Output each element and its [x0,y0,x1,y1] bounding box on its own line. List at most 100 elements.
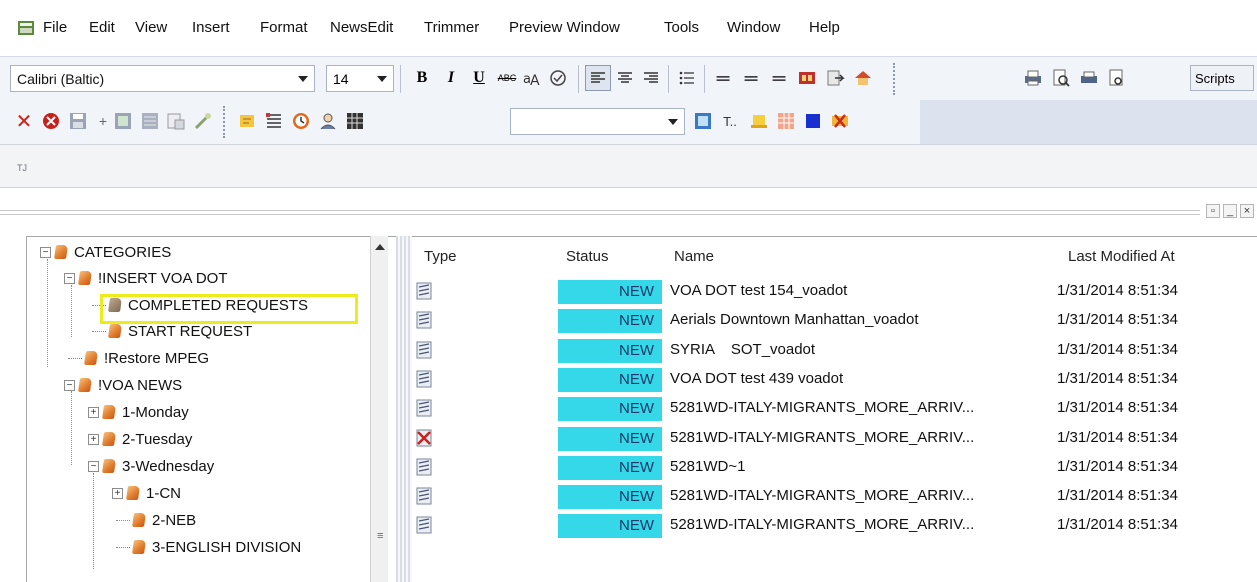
menu-trimmer[interactable]: Trimmer [424,19,479,36]
folder-icon [126,486,140,500]
menu-edit[interactable]: Edit [89,19,115,36]
menu-file[interactable]: File [43,19,67,36]
print-preview-button[interactable] [1048,65,1074,91]
menu-view[interactable]: View [135,19,167,36]
text-tool-button[interactable]: T.. [717,108,743,134]
category-tree[interactable]: − CATEGORIES − !INSERT VOA DOT COMPLETED… [26,236,396,582]
users-button[interactable] [315,108,341,134]
list-header: Type Status Name Last Modified At [412,237,1257,275]
bulleted-list-button[interactable] [674,65,700,91]
color-button[interactable] [800,108,826,134]
tree-scrollbar[interactable]: ≡ [370,236,388,582]
print-button[interactable] [1020,65,1046,91]
collapse-icon[interactable]: − [88,460,99,472]
menu-tools[interactable]: Tools [664,19,699,36]
line-style-3-button[interactable]: ═ [766,65,792,91]
table-row[interactable]: NEW 5281WD-ITALY-MIGRANTS_MORE_ARRIV... 1/… [412,482,1257,511]
column-header-last-modified[interactable]: Last Modified At [1068,248,1175,265]
change-case-button[interactable]: aA [518,65,544,91]
table-row[interactable]: NEW SYRIA SOT_voadot 1/31/2014 8:51:34 [412,336,1257,365]
menu-preview-window[interactable]: Preview Window [509,19,620,36]
table-row[interactable]: NEW 5281WD-ITALY-MIGRANTS_MORE_ARRIV... 1/… [412,424,1257,453]
strikethrough-button[interactable]: ABC [494,65,520,91]
story-format-select[interactable] [510,108,685,135]
align-center-button[interactable] [612,65,638,91]
note-button[interactable] [234,108,260,134]
expand-icon[interactable]: + [112,487,123,499]
menu-help[interactable]: Help [809,19,840,36]
tree-node-voa-news[interactable]: − !VOA NEWS [64,372,182,398]
menu-window[interactable]: Window [727,19,780,36]
new-story-button[interactable] [110,108,136,134]
menu-format[interactable]: Format [260,19,308,36]
script-icon [416,399,432,417]
line-style-1-button[interactable]: ═ [710,65,736,91]
menu-insert[interactable]: Insert [192,19,230,36]
column-header-status[interactable]: Status [566,248,609,265]
tree-node-insert-voa-dot[interactable]: − !INSERT VOA DOT [64,265,227,291]
scroll-up-icon[interactable] [375,244,385,250]
table-button[interactable] [773,108,799,134]
document-find-button[interactable] [1104,65,1130,91]
scroll-thumb-grip-icon[interactable]: ≡ [377,530,383,542]
table-row[interactable]: NEW VOA DOT test 154_voadot 1/31/2014 8:51… [412,277,1257,306]
restore-icon[interactable]: ▫ [1206,204,1220,218]
minimize-icon[interactable]: _ [1223,204,1237,218]
tree-node-tuesday[interactable]: + 2-Tuesday [88,426,192,452]
pane-splitter[interactable] [396,236,412,582]
collapse-icon[interactable]: − [64,379,75,391]
underline-button[interactable]: U [466,65,492,91]
tree-node-wednesday[interactable]: − 3-Wednesday [88,453,214,479]
folder-icon [102,405,116,419]
tree-node-neb[interactable]: 2-NEB [116,507,196,533]
tree-node-english-division[interactable]: 3-ENGLISH DIVISION [116,534,301,560]
home-button[interactable] [850,65,876,91]
tree-node-restore-mpeg[interactable]: !Restore MPEG [68,345,209,371]
table-row[interactable]: NEW 5281WD-ITALY-MIGRANTS_MORE_ARRIV... 1/… [412,511,1257,540]
insert-cue-button[interactable] [794,65,820,91]
align-right-icon [644,72,658,83]
grid-button[interactable] [342,108,368,134]
column-header-name[interactable]: Name [674,248,714,265]
toolbar-grip[interactable] [893,63,897,95]
expand-icon[interactable]: + [88,406,99,418]
tree-node-monday[interactable]: + 1-Monday [88,399,189,425]
print-setup-button[interactable] [1076,65,1102,91]
window-button[interactable] [690,108,716,134]
font-name-select[interactable]: Calibri (Baltic) [10,65,315,92]
toolbar-grip[interactable] [223,106,227,138]
wizard-button[interactable] [190,108,216,134]
scripts-button[interactable]: Scripts [1190,65,1254,91]
spellcheck-button[interactable] [545,65,571,91]
tree-node-categories[interactable]: − CATEGORIES [40,239,171,265]
properties-button[interactable] [163,108,189,134]
collapse-icon[interactable]: − [64,272,75,284]
story-toolbar: ✕ + T.. [0,100,920,144]
cancel-button[interactable] [827,108,853,134]
folder-icon [78,378,92,392]
forward-button[interactable] [822,65,848,91]
font-size-select[interactable]: 14 [326,65,394,92]
timer-button[interactable] [288,108,314,134]
kill-button[interactable] [38,108,64,134]
template-button[interactable] [137,108,163,134]
save-button[interactable] [65,108,91,134]
delete-button[interactable]: ✕ [11,108,37,134]
table-row[interactable]: NEW VOA DOT test 439 voadot 1/31/2014 8:51… [412,365,1257,394]
close-icon[interactable]: × [1240,204,1254,218]
align-left-button[interactable] [585,65,611,91]
menu-newsedit[interactable]: NewsEdit [330,19,393,36]
highlight-button[interactable] [746,108,772,134]
expand-icon[interactable]: + [88,433,99,445]
tree-node-cn[interactable]: + 1-CN [112,480,181,506]
table-row[interactable]: NEW Aerials Downtown Manhattan_voadot 1/31… [412,306,1257,335]
column-header-type[interactable]: Type [424,248,457,265]
collapse-icon[interactable]: − [40,246,51,258]
rundown-button[interactable] [261,108,287,134]
italic-button[interactable]: I [438,65,464,91]
line-style-2-button[interactable]: ═ [738,65,764,91]
table-row[interactable]: NEW 5281WD~1 1/31/2014 8:51:34 [412,453,1257,482]
align-right-button[interactable] [638,65,664,91]
table-row[interactable]: NEW 5281WD-ITALY-MIGRANTS_MORE_ARRIV... 1/… [412,394,1257,423]
bold-button[interactable]: B [409,65,435,91]
